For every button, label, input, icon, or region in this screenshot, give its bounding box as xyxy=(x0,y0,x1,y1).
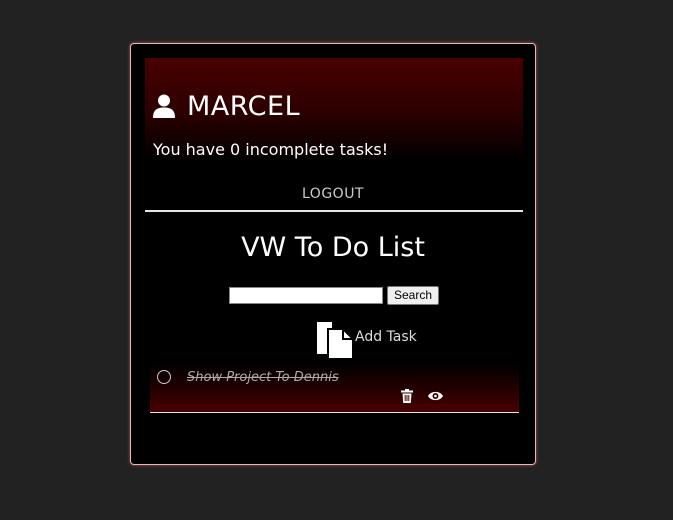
task-complete-radio[interactable] xyxy=(157,370,171,384)
add-task-button[interactable]: Add Task xyxy=(315,320,417,360)
username: MARCEL xyxy=(187,90,301,122)
profile-card: MARCEL You have 0 incomplete tasks! LOGO… xyxy=(130,43,536,465)
search-input[interactable] xyxy=(229,287,383,304)
user-icon xyxy=(153,94,175,118)
search-button[interactable]: Search xyxy=(387,286,440,305)
copy-document-icon xyxy=(317,322,354,360)
logout-link[interactable]: LOGOUT xyxy=(131,186,535,202)
add-task-label: Add Task xyxy=(355,329,417,345)
user-row: MARCEL xyxy=(153,86,300,126)
app-title: VW To Do List xyxy=(241,232,425,263)
user-header: MARCEL You have 0 incomplete tasks! xyxy=(145,58,523,162)
task-text: Show Project To Dennis xyxy=(187,370,339,385)
eye-icon[interactable] xyxy=(428,390,443,402)
task-item: Show Project To Dennis xyxy=(150,363,519,413)
search-row: Search xyxy=(229,286,440,305)
incomplete-tasks-message: You have 0 incomplete tasks! xyxy=(153,140,389,159)
divider xyxy=(145,210,523,212)
trash-icon[interactable] xyxy=(401,389,413,403)
